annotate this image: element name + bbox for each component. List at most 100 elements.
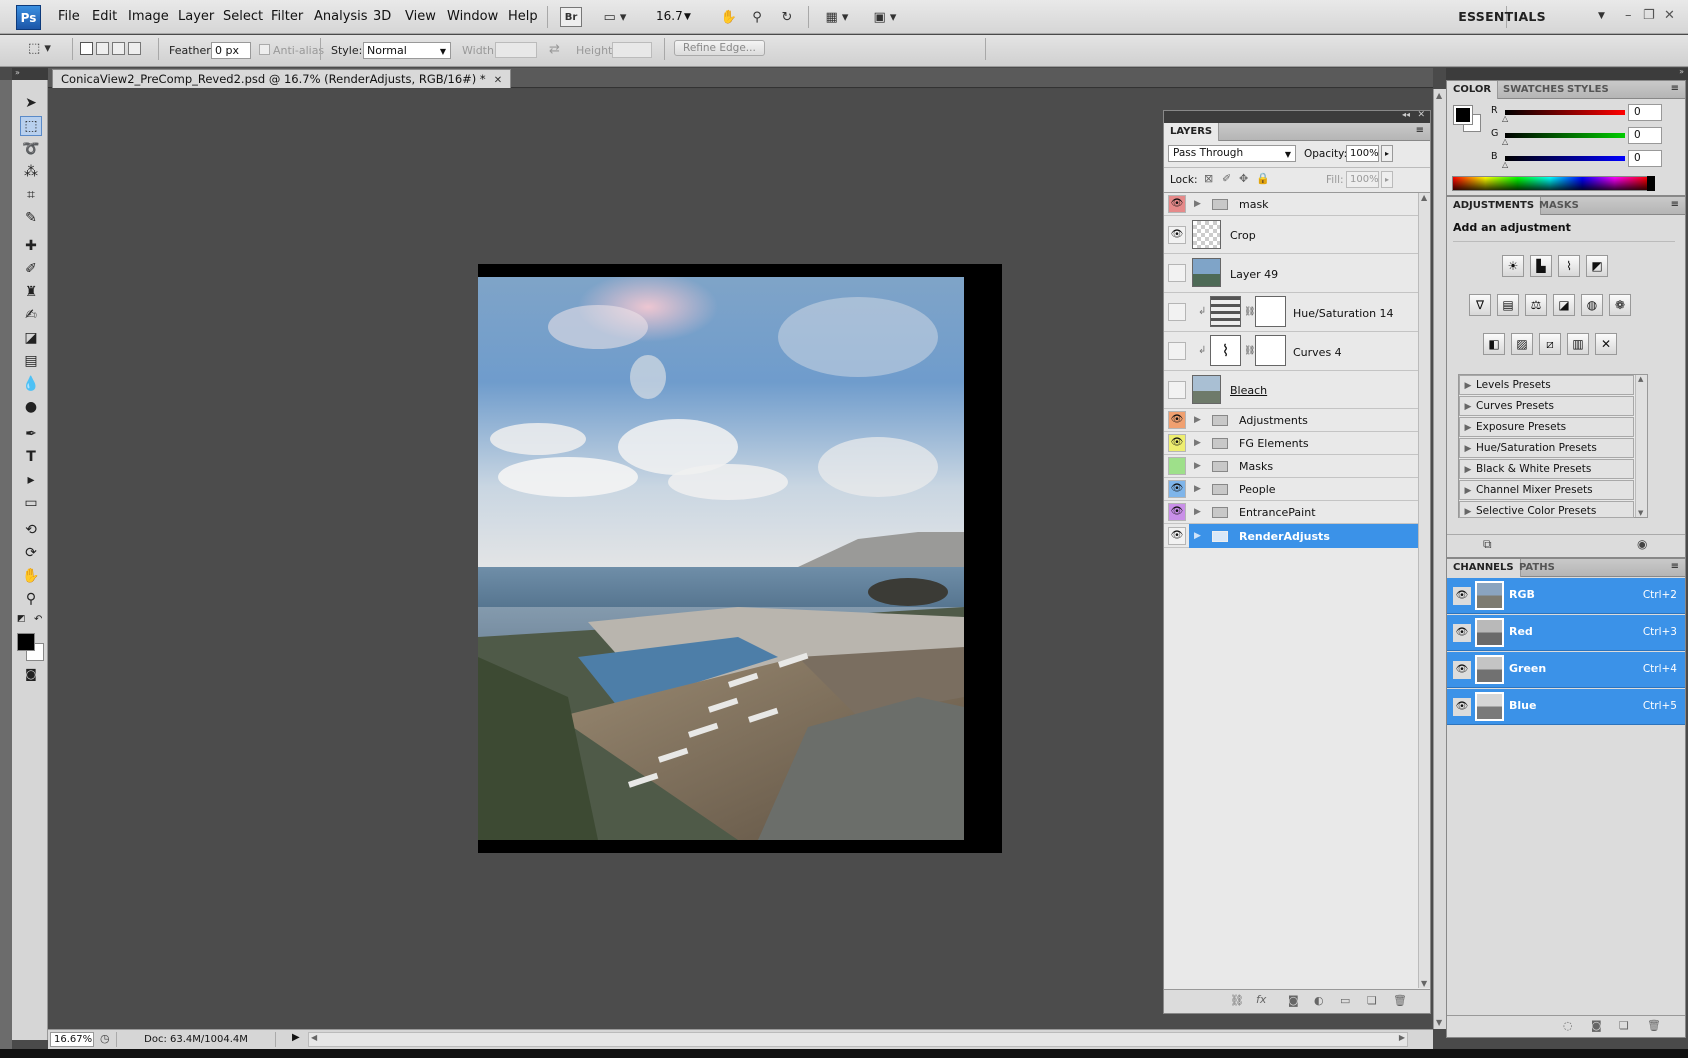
scroll-down-icon[interactable]: ▼ [1436,1018,1442,1027]
threshold-icon[interactable]: ⧄ [1539,333,1561,355]
new-layer-icon[interactable]: ❏ [1367,994,1377,1007]
tab-color[interactable]: COLOR [1447,81,1499,99]
chevron-down-icon[interactable]: ▼ [684,12,691,22]
default-colors-icon[interactable]: ◩ [17,614,26,624]
lock-position-icon[interactable]: ✥ [1239,172,1248,185]
menu-select[interactable]: Select [223,9,263,24]
fill-input[interactable]: 100% [1346,171,1379,188]
trash-icon[interactable]: 🗑 [1647,1019,1661,1032]
layer-visibility-toggle[interactable] [1168,381,1186,399]
slider-handle-icon[interactable]: △ [1502,114,1508,123]
restore-icon[interactable]: ❐ [1643,8,1655,23]
anti-alias-checkbox[interactable] [259,44,270,55]
add-mask-icon[interactable]: ◙ [1288,994,1299,1007]
minimize-icon[interactable]: – [1625,8,1632,23]
trash-icon[interactable]: 🗑 [1393,994,1407,1007]
mask-thumbnail[interactable] [1255,335,1286,366]
expand-arrow-icon[interactable]: ▶ [1194,415,1201,425]
expand-arrow-icon[interactable]: ▶ [1194,461,1201,471]
3d-orbit-tool-icon[interactable]: ⟳ [20,543,42,563]
blur-tool-icon[interactable]: 💧 [20,374,42,394]
status-menu-arrow-icon[interactable]: ▶ [292,1032,300,1043]
view-mode-icon[interactable]: ◉ [1637,537,1647,551]
status-preview-icon[interactable]: ◷ [100,1032,110,1045]
tab-channels[interactable]: CHANNELS [1447,559,1521,577]
3d-rotate-tool-icon[interactable]: ⟲ [20,520,42,540]
move-tool-icon[interactable]: ➤ [20,93,42,113]
exposure-icon[interactable]: ◩ [1586,255,1608,277]
menu-analysis[interactable]: Analysis [314,9,368,24]
dodge-tool-icon[interactable]: ● [20,397,42,417]
document-image[interactable] [478,277,964,840]
menu-file[interactable]: File [58,9,80,24]
layer-row-mask[interactable]: 👁 ▶ mask [1164,193,1430,216]
magic-wand-tool-icon[interactable]: ⁂ [20,162,42,182]
layer-row-curves-4[interactable]: ↲ ⌇ ⛓ Curves 4 [1164,332,1430,371]
brightness-contrast-icon[interactable]: ☀ [1502,255,1524,277]
gradient-tool-icon[interactable]: ▤ [20,351,42,371]
levels-icon[interactable]: ▙ [1530,255,1552,277]
preset-selective-color[interactable]: ▶ Selective Color Presets [1459,501,1634,518]
lasso-tool-icon[interactable]: ➰ [20,139,42,159]
swap-dimensions-icon[interactable]: ⇄ [549,42,560,57]
lock-transparency-icon[interactable]: ⊠ [1204,172,1213,185]
type-tool-icon[interactable]: T [20,447,42,467]
height-input[interactable] [612,42,652,58]
layer-style-icon[interactable]: fx [1256,993,1266,1006]
channel-row-blue[interactable]: 👁 Blue Ctrl+5 [1447,689,1685,725]
blue-slider[interactable] [1505,156,1625,161]
eyedropper-tool-icon[interactable]: ✎ [20,208,42,228]
preset-black-white[interactable]: ▶ Black & White Presets [1459,459,1634,479]
selective-color-icon[interactable]: ✕ [1595,333,1617,355]
layers-scrollbar[interactable]: ▲ ▼ [1418,193,1430,988]
layer-row-fg-elements[interactable]: 👁 ▶ FG Elements [1164,432,1430,455]
refine-edge-button[interactable]: Refine Edge... [674,40,765,56]
zoom-input[interactable]: 16.67% [50,1032,94,1047]
panel-menu-icon[interactable]: ≡ [1416,125,1424,136]
panel-menu-icon[interactable]: ≡ [1671,561,1679,572]
subtract-selection-icon[interactable] [112,42,125,55]
blue-value-input[interactable]: 0 [1628,150,1662,167]
channel-visibility-eye-icon[interactable]: 👁 [1453,661,1471,679]
new-group-icon[interactable]: ▭ [1340,994,1350,1007]
layer-row-entrancepaint[interactable]: 👁 ▶ EntrancePaint [1164,501,1430,524]
adjustment-layer-icon[interactable]: ◐ [1314,994,1324,1007]
marquee-tool-icon[interactable]: ⬚ [20,116,42,136]
layer-row-layer-49[interactable]: Layer 49 [1164,254,1430,293]
clip-to-layer-icon[interactable]: ⧉ [1483,537,1492,552]
rotate-view-icon[interactable]: ↻ [776,7,798,27]
expand-arrow-icon[interactable]: ▶ [1194,507,1201,517]
tab-paths[interactable]: PATHS [1513,559,1561,577]
new-channel-icon[interactable]: ❏ [1619,1019,1629,1032]
tab-swatches[interactable]: SWATCHES [1497,81,1570,99]
toolbox-collapse-strip[interactable]: » [12,68,48,80]
screen-mode-toggle-icon[interactable]: ▣ ▾ [868,7,902,27]
expand-arrow-icon[interactable]: ▶ [1194,531,1201,541]
presets-scrollbar[interactable]: ▲ ▼ [1635,375,1647,517]
menu-filter[interactable]: Filter [271,9,303,24]
scroll-up-icon[interactable]: ▲ [1421,193,1427,202]
layer-visibility-toggle[interactable] [1168,303,1186,321]
expand-icon[interactable]: » [1679,67,1684,76]
collapse-icon[interactable]: ◂◂ [1402,110,1410,119]
opacity-input[interactable]: 100% [1346,145,1379,162]
curves-icon[interactable]: ⌇ [1558,255,1580,277]
close-icon[interactable]: ✕ [1664,8,1675,23]
channel-visibility-eye-icon[interactable]: 👁 [1453,698,1471,716]
chain-link-icon[interactable]: ⛓ [1244,307,1255,317]
channel-mixer-icon[interactable]: ❁ [1609,294,1631,316]
slider-handle-icon[interactable]: △ [1502,160,1508,169]
bridge-button[interactable]: Br [560,7,582,27]
black-swatch[interactable] [1647,176,1655,191]
layer-visibility-toggle[interactable] [1168,457,1186,475]
layer-row-adjustments[interactable]: 👁 ▶ Adjustments [1164,409,1430,432]
clone-stamp-tool-icon[interactable]: ♜ [20,282,42,302]
color-spectrum-ramp[interactable] [1452,176,1648,191]
mask-thumbnail[interactable] [1255,296,1286,327]
photo-filter-icon[interactable]: ◍ [1581,294,1603,316]
vibrance-icon[interactable]: ∇ [1469,294,1491,316]
layer-visibility-eye-icon[interactable]: 👁 [1168,480,1186,498]
history-brush-tool-icon[interactable]: ✍ [20,305,42,325]
screen-mode-icon[interactable]: ▭ ▾ [597,7,633,27]
red-value-input[interactable]: 0 [1628,104,1662,121]
